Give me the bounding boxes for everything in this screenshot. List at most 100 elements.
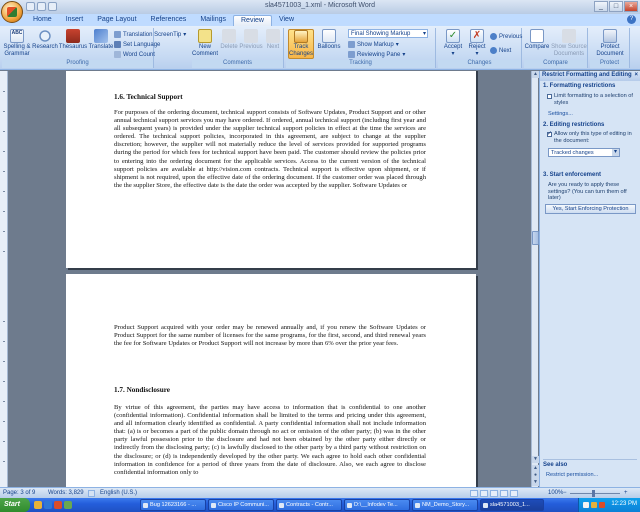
taskbar-item[interactable]: Contracts - Contr... (276, 499, 342, 511)
next-change-button[interactable]: Next (490, 46, 511, 55)
pane-close-icon[interactable]: × (634, 72, 638, 78)
select-browse-object-icon[interactable]: ● (532, 472, 539, 479)
document-area[interactable]: 1.6. Technical Support For purposes of t… (8, 71, 531, 487)
show-markup-button[interactable]: Show Markup ▾ (348, 40, 399, 49)
taskbar-item-active[interactable]: sla4571003_1... (480, 499, 544, 511)
taskbar-item[interactable]: D:\__Infodev Te... (344, 499, 410, 511)
limit-formatting-checkbox[interactable] (547, 94, 552, 99)
show-markup-label: Show Markup (357, 41, 394, 48)
next-comment-button[interactable]: Next (260, 29, 286, 51)
print-layout-view-icon[interactable] (470, 490, 478, 497)
draft-view-icon[interactable] (510, 490, 518, 497)
delete-comment-icon (222, 29, 236, 43)
page-indicator[interactable]: Page: 3 of 9 (3, 490, 35, 496)
maximize-button[interactable]: □ (609, 1, 623, 12)
tab-references[interactable]: References (144, 15, 194, 26)
tab-review[interactable]: Review (233, 15, 272, 26)
clock[interactable]: 12:23 PM (611, 501, 637, 507)
vertical-scrollbar[interactable]: ▲ ▼ ▲ ● ▼ (531, 71, 539, 487)
taskbar-item[interactable]: NM_Demo_Story... (412, 499, 478, 511)
taskbar-item[interactable]: Cisco IP Communi... (208, 499, 274, 511)
previous-page-icon[interactable]: ▲ (532, 465, 539, 472)
protect-document-button[interactable]: Protect Document (594, 29, 626, 58)
proofing-status-icon[interactable] (88, 490, 95, 497)
minimize-button[interactable]: _ (594, 1, 608, 12)
track-changes-button[interactable]: Track Changes (288, 29, 314, 59)
outline-view-icon[interactable] (500, 490, 508, 497)
tray-security-icon[interactable] (599, 502, 605, 508)
quick-launch-icon[interactable] (64, 501, 72, 509)
accept-button[interactable]: ✓ Accept ▾ (440, 29, 466, 58)
office-button[interactable] (1, 1, 23, 23)
outlook-icon[interactable] (54, 501, 62, 509)
show-source-label: Show Source Documents (551, 44, 587, 57)
thesaurus-label: Thesaurus (58, 44, 88, 50)
scroll-up-icon[interactable]: ▲ (532, 71, 539, 78)
balloons-button[interactable]: Balloons (316, 29, 342, 51)
zoom-slider-track[interactable] (570, 493, 620, 494)
tab-insert[interactable]: Insert (59, 15, 91, 26)
close-button[interactable]: × (624, 1, 638, 12)
taskbar-item[interactable]: Bug 12623166 - ... (140, 499, 206, 511)
full-screen-reading-view-icon[interactable] (480, 490, 488, 497)
start-enforcing-button[interactable]: Yes, Start Enforcing Protection (545, 204, 636, 214)
zoom-level[interactable]: 100% (548, 490, 563, 496)
balloons-label: Balloons (317, 44, 341, 50)
tab-home[interactable]: Home (26, 15, 59, 26)
set-language-label: Set Language (123, 41, 161, 48)
pane-title-text: Restrict Formatting and Editing (542, 72, 632, 78)
proofing-group-label: Proofing (2, 60, 153, 68)
document-page[interactable]: 1.6. Technical Support For purposes of t… (66, 71, 476, 268)
tab-mailings[interactable]: Mailings (193, 15, 233, 26)
language-indicator[interactable]: English (U.S.) (100, 490, 137, 496)
help-icon[interactable]: ? (627, 15, 636, 24)
zoom-in-icon[interactable]: + (624, 490, 628, 496)
new-comment-button[interactable]: New Comment (192, 29, 218, 58)
compare-icon (530, 29, 544, 43)
reject-button[interactable]: ✗ Reject ▾ (464, 29, 490, 58)
previous-change-label: Previous (499, 33, 523, 40)
chevron-down-icon: ▾ (183, 32, 187, 38)
scroll-thumb[interactable] (532, 231, 539, 245)
paragraph-nondisclosure[interactable]: By virtue of this agreement, the parties… (114, 404, 426, 477)
chevron-down-icon: ▾ (475, 51, 479, 57)
restrict-permission-link[interactable]: Restrict permission... (546, 472, 598, 478)
allow-editing-type-checkbox[interactable] (547, 130, 552, 137)
show-source-documents-button[interactable]: Show Source Documents (550, 29, 588, 58)
word-count-label: Word Count (123, 51, 155, 58)
set-language-button[interactable]: Set Language (114, 40, 160, 49)
previous-change-button[interactable]: Previous (490, 32, 522, 41)
start-button[interactable]: Start (0, 498, 30, 512)
reviewing-pane-label: Reviewing Pane (357, 51, 401, 58)
window-controls: _ □ × (594, 1, 638, 12)
next-comment-icon (266, 29, 280, 43)
thesaurus-button[interactable]: Thesaurus (58, 29, 88, 51)
compare-button[interactable]: Compare (524, 29, 550, 51)
display-for-review-select[interactable]: Final Showing Markup (348, 29, 428, 38)
zoom-slider-thumb[interactable] (592, 490, 595, 497)
word-count-indicator[interactable]: Words: 3,829 (48, 490, 84, 496)
next-page-icon[interactable]: ▼ (532, 479, 539, 486)
tray-network-icon[interactable] (583, 502, 589, 508)
tab-view[interactable]: View (272, 15, 301, 26)
paragraph-technical-support[interactable]: For purposes of the ordering document, t… (114, 109, 426, 190)
spelling-grammar-button[interactable]: ABC Spelling & Grammar (2, 29, 32, 58)
translate-button[interactable]: Translate (88, 29, 114, 51)
tab-page-layout[interactable]: Page Layout (90, 15, 143, 26)
reviewing-pane-button[interactable]: Reviewing Pane ▾ (348, 50, 405, 59)
translation-screentip-button[interactable]: Translation ScreenTip ▾ (114, 30, 186, 39)
internet-explorer-icon[interactable] (44, 501, 52, 509)
research-button[interactable]: Research (32, 29, 58, 51)
paragraph-product-support[interactable]: Product Support acquired with your order… (114, 324, 426, 348)
accept-check-icon: ✓ (446, 29, 460, 43)
scroll-down-icon[interactable]: ▼ (532, 456, 539, 463)
zoom-out-icon[interactable]: − (563, 490, 567, 496)
document-page[interactable]: Product Support acquired with your order… (66, 274, 476, 487)
word-count-button[interactable]: Word Count (114, 50, 155, 59)
tray-volume-icon[interactable] (591, 502, 597, 508)
web-layout-view-icon[interactable] (490, 490, 498, 497)
settings-link[interactable]: Settings... (548, 111, 573, 117)
show-desktop-icon[interactable] (34, 501, 42, 509)
editing-type-select[interactable]: Tracked changes (548, 148, 620, 157)
next-change-label: Next (499, 47, 512, 54)
